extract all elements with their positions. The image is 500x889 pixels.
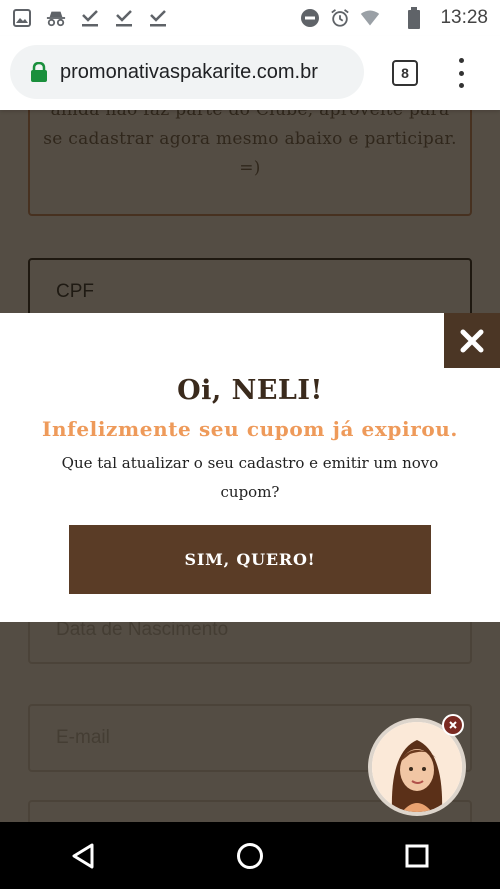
home-icon <box>236 842 263 869</box>
coupon-expired-modal: Oi, NELI! Infelizmente seu cupom já expi… <box>0 313 500 622</box>
confirm-button[interactable]: SIM, QUERO! <box>69 525 431 594</box>
recents-button[interactable] <box>387 826 447 886</box>
close-icon <box>460 329 484 352</box>
url-text: promonativaspakarite.com.br <box>60 60 318 83</box>
menu-dot <box>458 58 464 63</box>
download-done-icon <box>148 8 168 28</box>
lock-icon <box>30 61 48 82</box>
modal-close-button[interactable] <box>444 313 500 368</box>
download-done-icon <box>114 8 134 28</box>
download-done-icon <box>80 8 100 28</box>
modal-subtitle: Infelizmente seu cupom já expirou. <box>42 417 458 441</box>
menu-dot <box>458 70 464 76</box>
status-time: 13:28 <box>440 7 488 28</box>
birth-date-placeholder: Data de Nascimento <box>56 619 229 640</box>
modal-title: Oi, NELI! <box>177 375 323 406</box>
incognito-icon <box>46 8 66 28</box>
home-button[interactable] <box>220 826 280 886</box>
back-button[interactable] <box>53 826 113 886</box>
close-icon <box>449 721 457 729</box>
email-placeholder: E-mail <box>56 727 110 748</box>
cpf-label: CPF <box>56 281 94 302</box>
do-not-disturb-icon <box>300 8 320 28</box>
alarm-icon <box>330 8 350 28</box>
menu-dot <box>458 83 464 88</box>
address-bar[interactable]: promonativaspakarite.com.br <box>10 45 364 99</box>
back-icon <box>72 843 94 868</box>
image-icon <box>12 8 32 28</box>
browser-toolbar: promonativaspakarite.com.br 8 <box>0 36 500 110</box>
assistant-avatar-widget[interactable] <box>368 714 468 818</box>
recents-icon <box>405 844 429 867</box>
avatar-close-button[interactable] <box>442 714 464 736</box>
status-bar: 13:28 <box>0 0 500 36</box>
android-navigation-bar <box>0 822 500 889</box>
modal-body-text: Que tal atualizar o seu cadastro e emiti… <box>61 454 439 501</box>
info-text: ainda não faz parte do Clube, aproveite … <box>43 110 457 178</box>
battery-icon <box>404 7 424 29</box>
wifi-icon <box>360 8 380 28</box>
tab-switcher-button[interactable]: 8 <box>392 60 418 86</box>
browser-menu-button[interactable] <box>450 58 472 88</box>
